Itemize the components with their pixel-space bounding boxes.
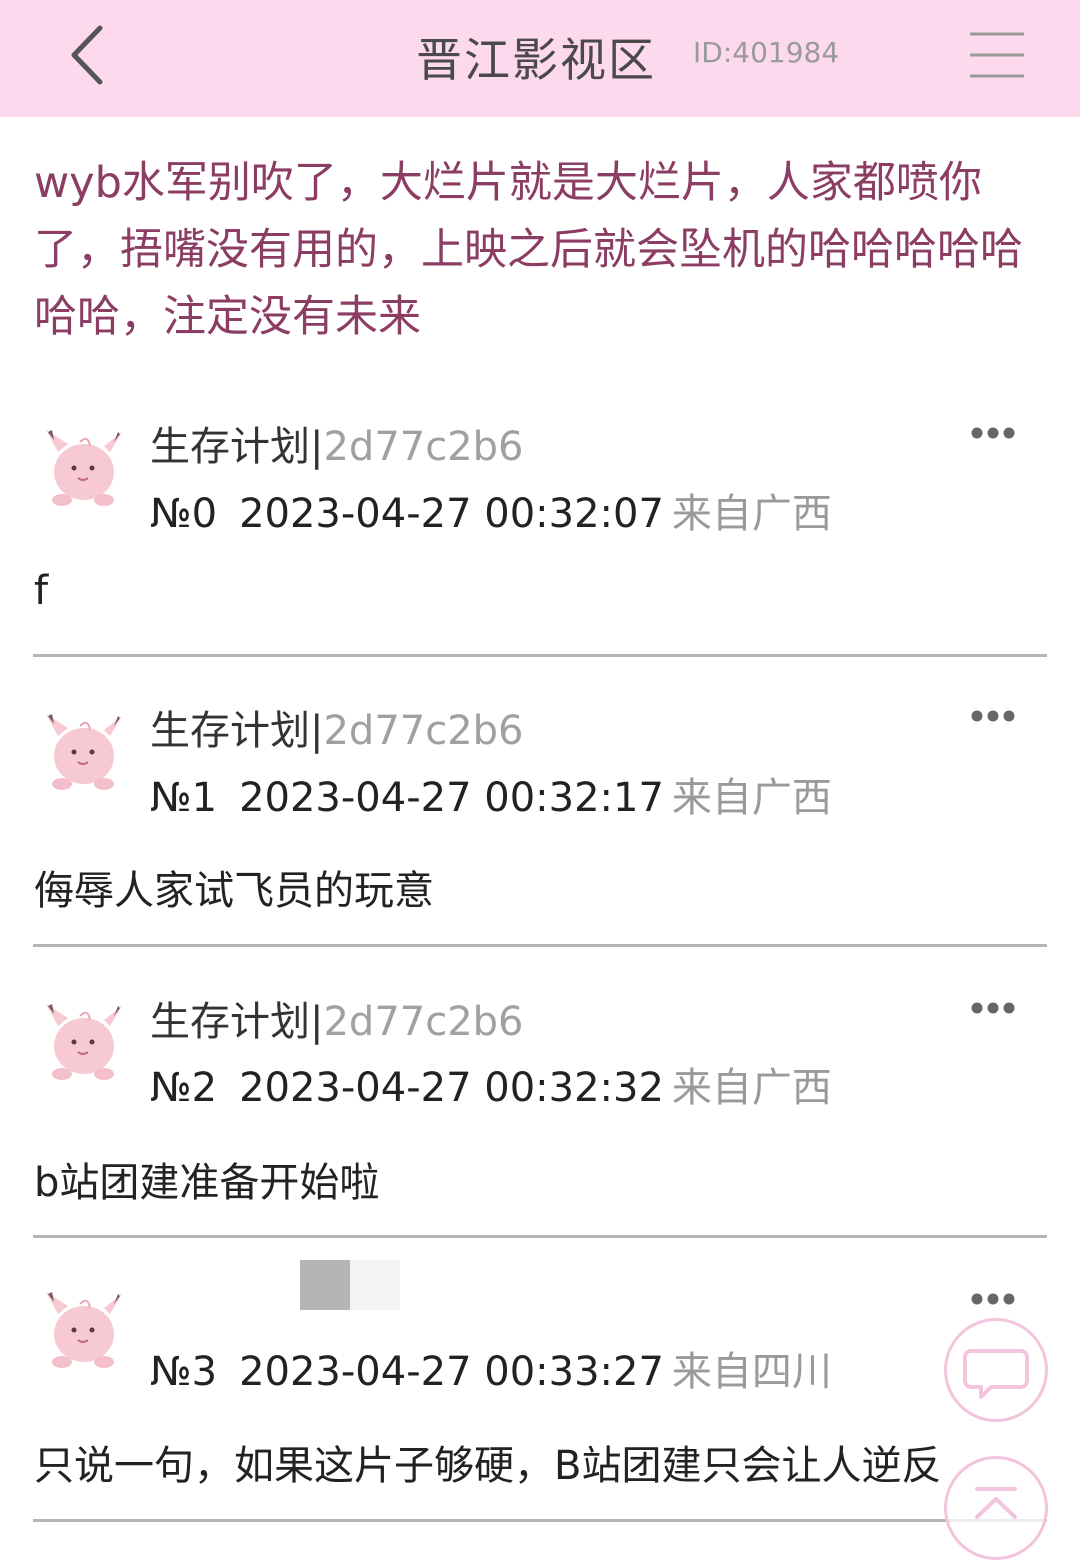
divider [33, 944, 1047, 947]
clefairy-avatar-icon[interactable] [40, 704, 126, 794]
more-dots-icon[interactable] [970, 1001, 1016, 1015]
floor-number: №1 [150, 775, 218, 821]
page: 晋江影视区 ID:401984 wyb水军别吹了，大烂片就是大烂片，人家都喷你了… [0, 0, 1080, 1560]
divider [33, 1519, 1047, 1522]
more-dots-icon[interactable] [970, 1292, 1016, 1306]
floor-number: №3 [150, 1349, 218, 1395]
floor-number: №2 [150, 1065, 218, 1111]
comment-bubble-icon [963, 1349, 1029, 1399]
clefairy-avatar-icon[interactable] [40, 994, 126, 1084]
reply-time: 2023-04-27 00:32:17 [239, 775, 664, 821]
clefairy-avatar-icon[interactable] [40, 420, 126, 510]
author-uid: 2d77c2b6 [323, 708, 524, 754]
post-title: wyb水军别吹了，大烂片就是大烂片，人家都喷你了，捂嘴没有用的，上映之后就会坠机… [34, 158, 1023, 342]
reply-time: 2023-04-27 00:32:32 [239, 1065, 664, 1111]
author-name: 生存计划| [150, 999, 324, 1045]
reply-location: 来自广西 [671, 491, 832, 537]
author-uid: 2d77c2b6 [323, 424, 524, 470]
hamburger-menu-icon[interactable] [962, 28, 1032, 82]
author-name: 生存计划| [150, 708, 324, 754]
reply-location: 来自四川 [671, 1349, 832, 1395]
reply-time: 2023-04-27 00:32:07 [239, 491, 664, 537]
reply-meta: №3 2023-04-27 00:33:27 来自四川 [150, 1339, 832, 1397]
reply-content: 只说一句，如果这片子够硬，B站团建只会让人逆反 [34, 1443, 942, 1489]
reply-meta: №1 2023-04-27 00:32:17 来自广西 [150, 765, 832, 823]
more-dots-icon[interactable] [970, 709, 1016, 723]
reply-time: 2023-04-27 00:33:27 [239, 1349, 664, 1395]
reply-location: 来自广西 [671, 775, 832, 821]
scroll-top-button[interactable] [944, 1456, 1048, 1560]
forum-title: 晋江影视区 [416, 33, 656, 87]
reply-author[interactable]: 生存计划|2d77c2b6 [150, 989, 524, 1047]
floor-number: №0 [150, 491, 218, 537]
top-bar: 晋江影视区 ID:401984 [0, 0, 1080, 117]
author-uid: 2d77c2b6 [323, 999, 524, 1045]
clefairy-avatar-icon[interactable] [40, 1282, 126, 1372]
forum-id: ID:401984 [693, 36, 840, 69]
chevron-left-icon[interactable] [60, 20, 120, 90]
divider [33, 1235, 1047, 1238]
divider [33, 654, 1047, 657]
scroll-to-top-icon [975, 1487, 1017, 1519]
reply-content: f [34, 568, 49, 614]
author-name: 生存计划| [150, 424, 324, 470]
redacted-author-name [300, 1260, 350, 1310]
reply-meta: №0 2023-04-27 00:32:07 来自广西 [150, 481, 832, 539]
reply-meta: №2 2023-04-27 00:32:32 来自广西 [150, 1055, 832, 1113]
redacted-author-name [350, 1260, 400, 1310]
reply-content: b站团建准备开始啦 [34, 1160, 380, 1206]
reply-author[interactable]: 生存计划|2d77c2b6 [150, 414, 524, 472]
more-dots-icon[interactable] [970, 426, 1016, 440]
reply-location: 来自广西 [671, 1065, 832, 1111]
reply-author[interactable]: 生存计划|2d77c2b6 [150, 698, 524, 756]
comment-button[interactable] [944, 1318, 1048, 1422]
reply-content: 侮辱人家试飞员的玩意 [34, 868, 434, 914]
